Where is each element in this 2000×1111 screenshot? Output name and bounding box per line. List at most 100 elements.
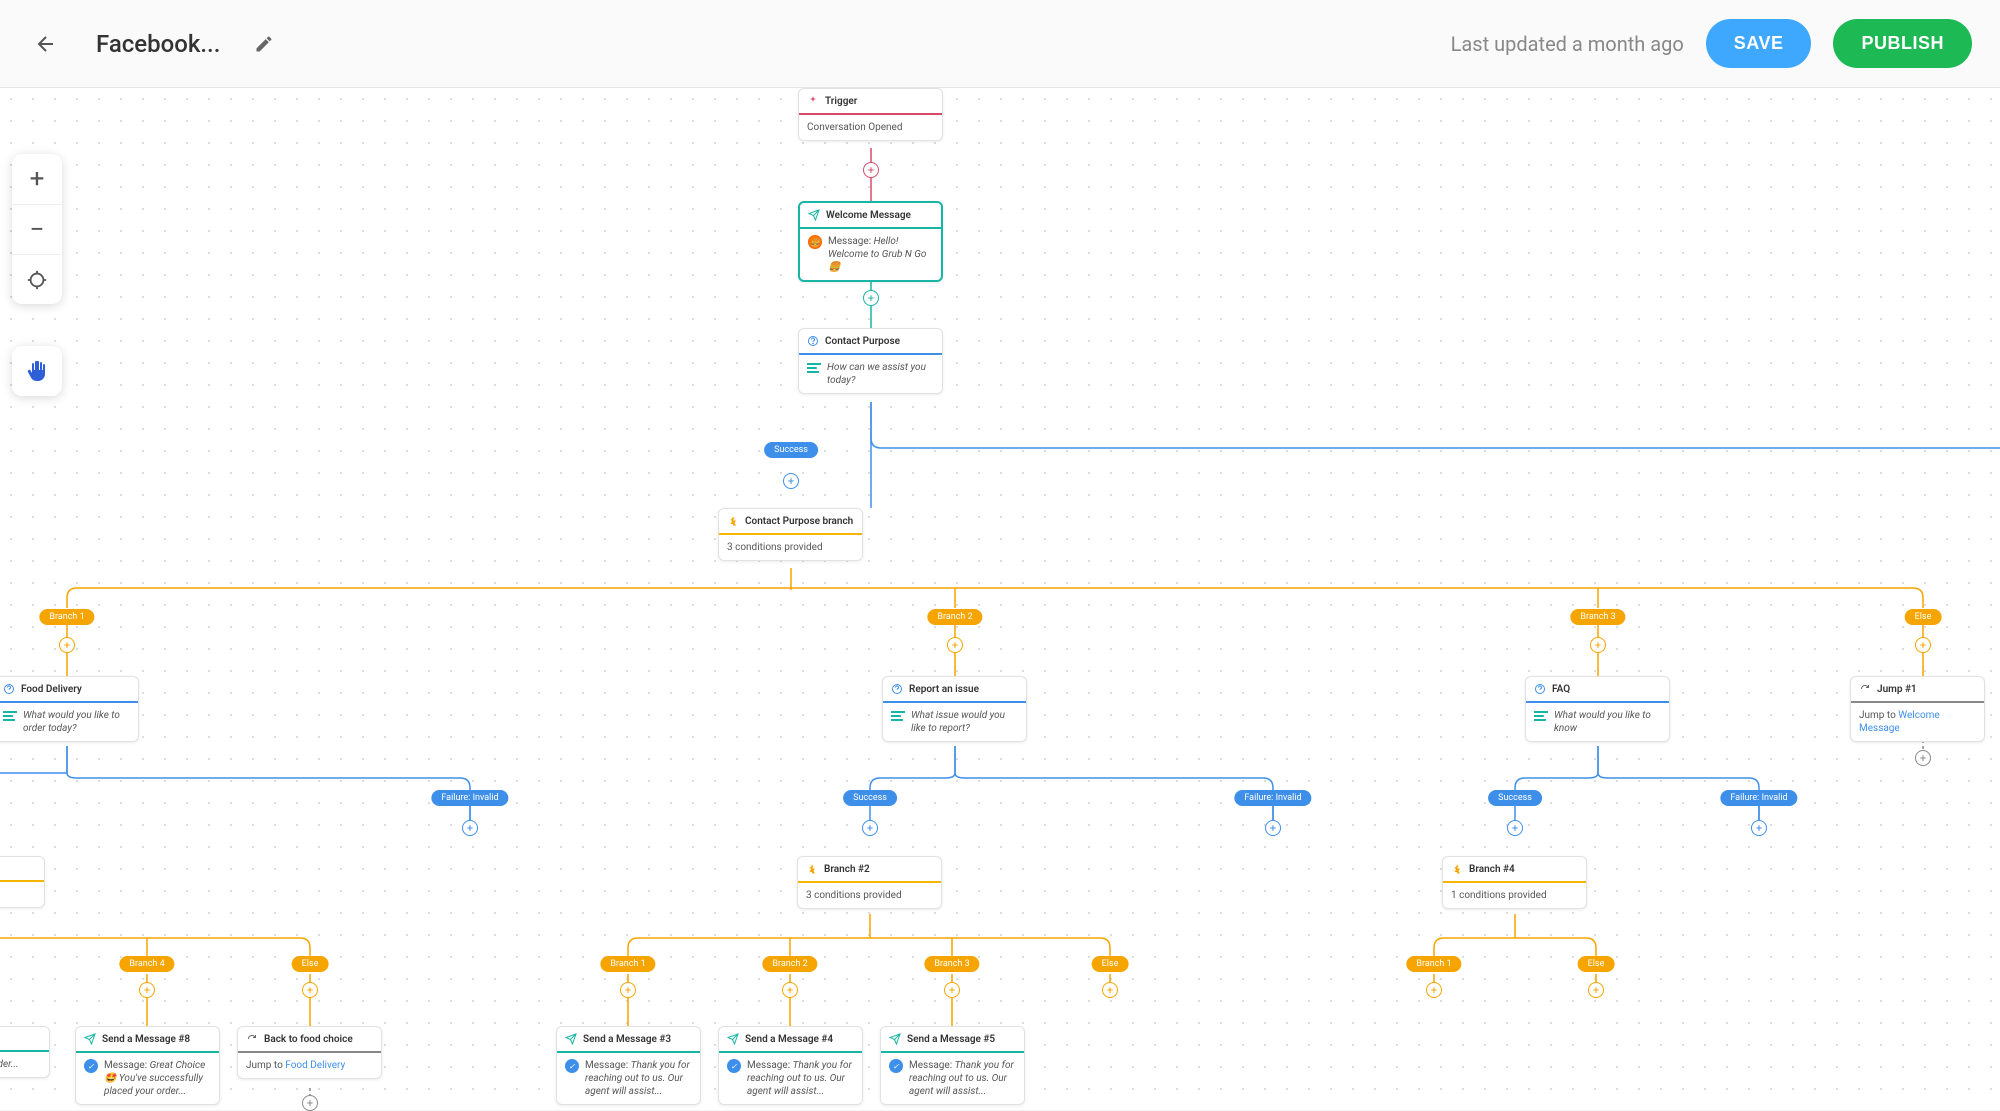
node-title: Branch #4 bbox=[1469, 864, 1515, 875]
node-body: ✓ Message: Thank you for reaching out to… bbox=[557, 1053, 700, 1104]
send-icon bbox=[727, 1033, 739, 1045]
pill-branch2: Branch 2 bbox=[762, 956, 817, 972]
node-send-message-4[interactable]: Send a Message #4 ✓ Message: Thank you f… bbox=[718, 1026, 863, 1105]
node-body: ✓ Message: Thank you for reaching out to… bbox=[881, 1053, 1024, 1104]
add-step-button[interactable]: + bbox=[863, 290, 879, 306]
add-step-button[interactable]: + bbox=[1751, 820, 1767, 836]
add-step-button[interactable]: + bbox=[944, 982, 960, 998]
node-title: Send a Message #8 bbox=[102, 1034, 190, 1045]
node-body: Conversation Opened bbox=[799, 115, 942, 140]
node-report-issue[interactable]: Report an issue What issue would you lik… bbox=[882, 676, 1027, 742]
node-contact-purpose-branch[interactable]: Contact Purpose branch 3 conditions prov… bbox=[718, 508, 863, 561]
send-icon bbox=[808, 209, 820, 221]
node-title: Back to food choice bbox=[264, 1034, 353, 1045]
node-title: Welcome Message bbox=[826, 210, 911, 221]
pill-success: Success bbox=[843, 790, 897, 806]
node-jump-1[interactable]: Jump #1 Jump to Welcome Message bbox=[1850, 676, 1985, 742]
pill-failure-invalid: Failure: Invalid bbox=[431, 790, 508, 806]
node-back-to-food-choice[interactable]: Back to food choice Jump to Food Deliver… bbox=[237, 1026, 382, 1079]
pill-failure-invalid: Failure: Invalid bbox=[1234, 790, 1311, 806]
flow-canvas[interactable]: + − bbox=[0, 88, 2000, 1110]
node-header: Food Delivery bbox=[0, 677, 138, 703]
add-step-button[interactable]: + bbox=[863, 162, 879, 178]
node-header: FAQ bbox=[1526, 677, 1669, 703]
node-body: What issue would you like to report? bbox=[883, 703, 1026, 741]
question-icon bbox=[3, 683, 15, 695]
last-updated: Last updated a month ago bbox=[1451, 32, 1684, 56]
add-step-button[interactable]: + bbox=[302, 982, 318, 998]
add-step-button[interactable]: + bbox=[1915, 637, 1931, 653]
node-header: Send a Message #3 bbox=[557, 1027, 700, 1053]
node-branch-2[interactable]: Branch #2 3 conditions provided bbox=[797, 856, 942, 909]
node-header: Welcome Message bbox=[800, 203, 941, 229]
add-step-button[interactable]: + bbox=[1426, 982, 1442, 998]
node-send-message-3[interactable]: Send a Message #3 ✓ Message: Thank you f… bbox=[556, 1026, 701, 1105]
add-step-button[interactable]: + bbox=[1507, 820, 1523, 836]
add-step-button[interactable]: + bbox=[1102, 982, 1118, 998]
node-title: Contact Purpose branch bbox=[745, 516, 853, 527]
node-food-delivery[interactable]: Food Delivery What would you like to ord… bbox=[0, 676, 139, 742]
back-button[interactable] bbox=[28, 26, 64, 62]
publish-button[interactable]: PUBLISH bbox=[1833, 19, 1972, 68]
add-step-button[interactable]: + bbox=[620, 982, 636, 998]
node-body: ✓ Message: Great Choice 🤩 You've success… bbox=[76, 1053, 219, 1104]
save-button[interactable]: SAVE bbox=[1706, 19, 1812, 68]
node-title: Branch #2 bbox=[824, 864, 870, 875]
node-title: Send a Message #5 bbox=[907, 1034, 995, 1045]
node-contact-purpose[interactable]: Contact Purpose How can we assist you to… bbox=[798, 328, 943, 394]
sparkle-icon bbox=[807, 95, 819, 107]
add-step-button[interactable]: + bbox=[783, 473, 799, 489]
jump-target-link[interactable]: Food Delivery bbox=[285, 1060, 345, 1071]
zoom-fit-button[interactable] bbox=[12, 254, 62, 304]
lines-icon bbox=[1534, 711, 1548, 721]
node-trigger[interactable]: Trigger Conversation Opened bbox=[798, 88, 943, 141]
node-faq[interactable]: FAQ What would you like to know bbox=[1525, 676, 1670, 742]
add-step-button[interactable]: + bbox=[782, 982, 798, 998]
send-icon bbox=[889, 1033, 901, 1045]
node-send-message-5[interactable]: Send a Message #5 ✓ Message: Thank you f… bbox=[880, 1026, 1025, 1105]
node-body: at Choice 🤩 sfully der... bbox=[0, 1052, 49, 1077]
add-step-button[interactable]: + bbox=[1265, 820, 1281, 836]
node-body: ded bbox=[0, 882, 44, 907]
jump-icon bbox=[246, 1033, 258, 1045]
edit-title-button[interactable] bbox=[248, 28, 280, 60]
node-header: Contact Purpose branch bbox=[719, 509, 862, 535]
node-send-message-8[interactable]: Send a Message #8 ✓ Message: Great Choic… bbox=[75, 1026, 220, 1105]
pill-branch3: Branch 3 bbox=[1570, 609, 1625, 625]
branch-icon bbox=[1451, 863, 1463, 875]
node-header: Send a Message #8 bbox=[76, 1027, 219, 1053]
pill-branch2: Branch 2 bbox=[927, 609, 982, 625]
arrow-left-icon bbox=[34, 32, 58, 56]
pill-else: Else bbox=[1578, 956, 1615, 972]
add-step-button[interactable]: + bbox=[947, 637, 963, 653]
node-body: What would you like to order today? bbox=[0, 703, 138, 741]
avatar-icon: 🍔 bbox=[808, 235, 822, 249]
node-title: Send a Message #3 bbox=[583, 1034, 671, 1045]
page-title: Facebook... bbox=[96, 30, 220, 58]
zoom-out-button[interactable]: − bbox=[12, 204, 62, 254]
add-step-button[interactable]: + bbox=[59, 637, 75, 653]
pan-button[interactable] bbox=[12, 346, 62, 396]
add-step-button[interactable]: + bbox=[1588, 982, 1604, 998]
pill-failure-invalid: Failure: Invalid bbox=[1720, 790, 1797, 806]
node-welcome-message[interactable]: Welcome Message 🍔 Message: Hello! Welcom… bbox=[798, 201, 943, 282]
zoom-controls: + − bbox=[12, 154, 62, 304]
check-icon: ✓ bbox=[727, 1059, 741, 1073]
node-body: What would you like to know bbox=[1526, 703, 1669, 741]
pill-success: Success bbox=[1488, 790, 1542, 806]
node-branch-4[interactable]: Branch #4 1 conditions provided bbox=[1442, 856, 1587, 909]
node-body: Jump to Food Delivery bbox=[238, 1053, 381, 1078]
add-step-button[interactable]: + bbox=[462, 820, 478, 836]
node-send-message-7[interactable]: e #7 at Choice 🤩 sfully der... bbox=[0, 1026, 50, 1078]
pan-control bbox=[12, 346, 62, 396]
lines-icon bbox=[891, 711, 905, 721]
add-step-button[interactable]: + bbox=[1590, 637, 1606, 653]
add-step-button[interactable]: + bbox=[862, 820, 878, 836]
node-body: 1 conditions provided bbox=[1443, 883, 1586, 908]
node-title: Trigger bbox=[825, 96, 857, 107]
node-left-branch-partial[interactable]: ded bbox=[0, 856, 45, 908]
add-step-button[interactable]: + bbox=[302, 1095, 318, 1111]
add-step-button[interactable]: + bbox=[139, 982, 155, 998]
add-step-button[interactable]: + bbox=[1915, 750, 1931, 766]
zoom-in-button[interactable]: + bbox=[12, 154, 62, 204]
